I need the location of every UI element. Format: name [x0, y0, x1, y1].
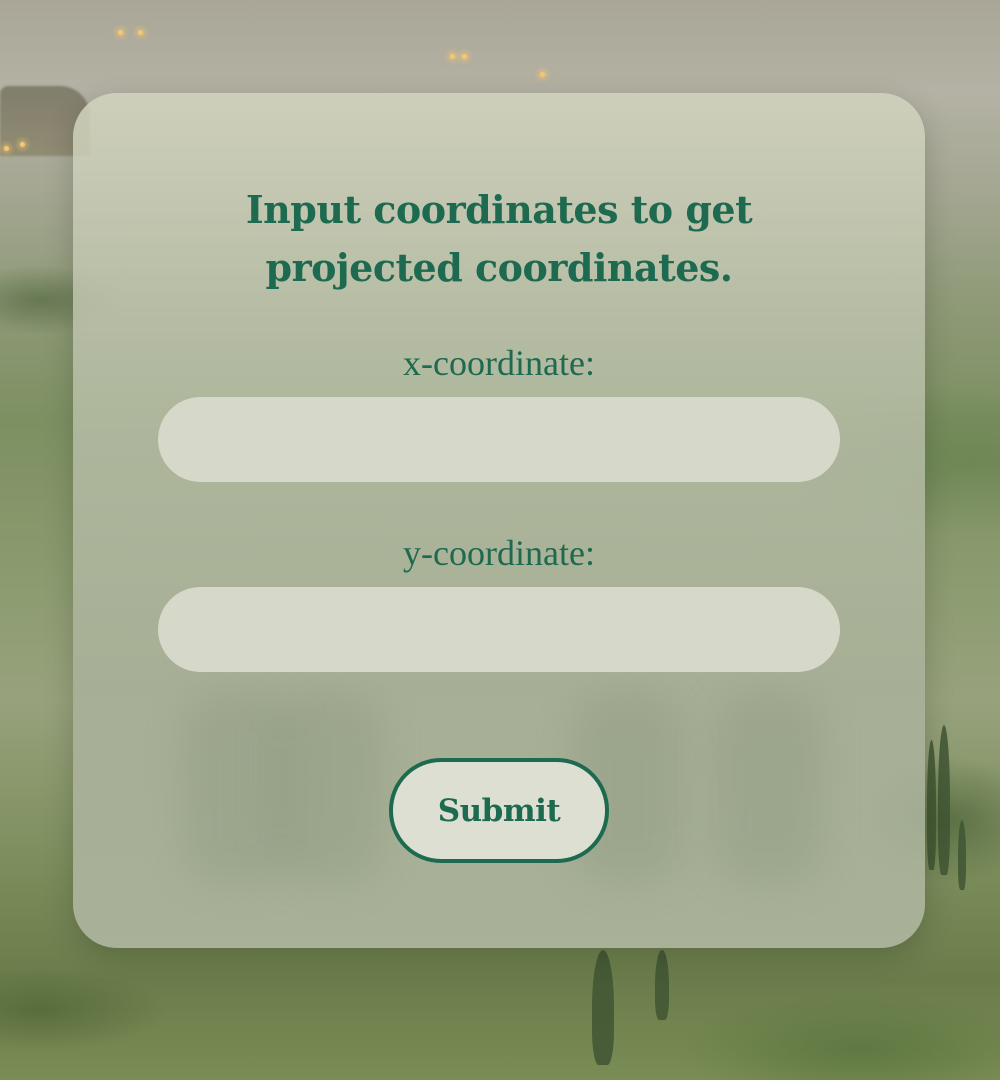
background-light [4, 146, 9, 151]
coordinate-form-card: Input coordinates to get projected coord… [73, 93, 925, 948]
cypress-tree [927, 740, 936, 870]
background-light [450, 54, 455, 59]
y-coordinate-input[interactable] [158, 587, 840, 672]
cypress-tree [958, 820, 966, 890]
background-light [20, 142, 25, 147]
card-blur [713, 693, 823, 883]
x-coordinate-label: x-coordinate: [403, 343, 595, 383]
x-coordinate-input[interactable] [158, 397, 840, 482]
card-blur [273, 693, 383, 883]
background-light [138, 30, 143, 35]
background-light [118, 30, 123, 35]
background-light [540, 72, 545, 77]
submit-button[interactable]: Submit [389, 758, 609, 863]
background-light [462, 54, 467, 59]
cypress-tree [655, 950, 669, 1020]
y-coordinate-label: y-coordinate: [403, 533, 595, 573]
form-title: Input coordinates to get projected coord… [245, 187, 753, 290]
cypress-tree [592, 950, 614, 1065]
cypress-tree [938, 725, 950, 875]
